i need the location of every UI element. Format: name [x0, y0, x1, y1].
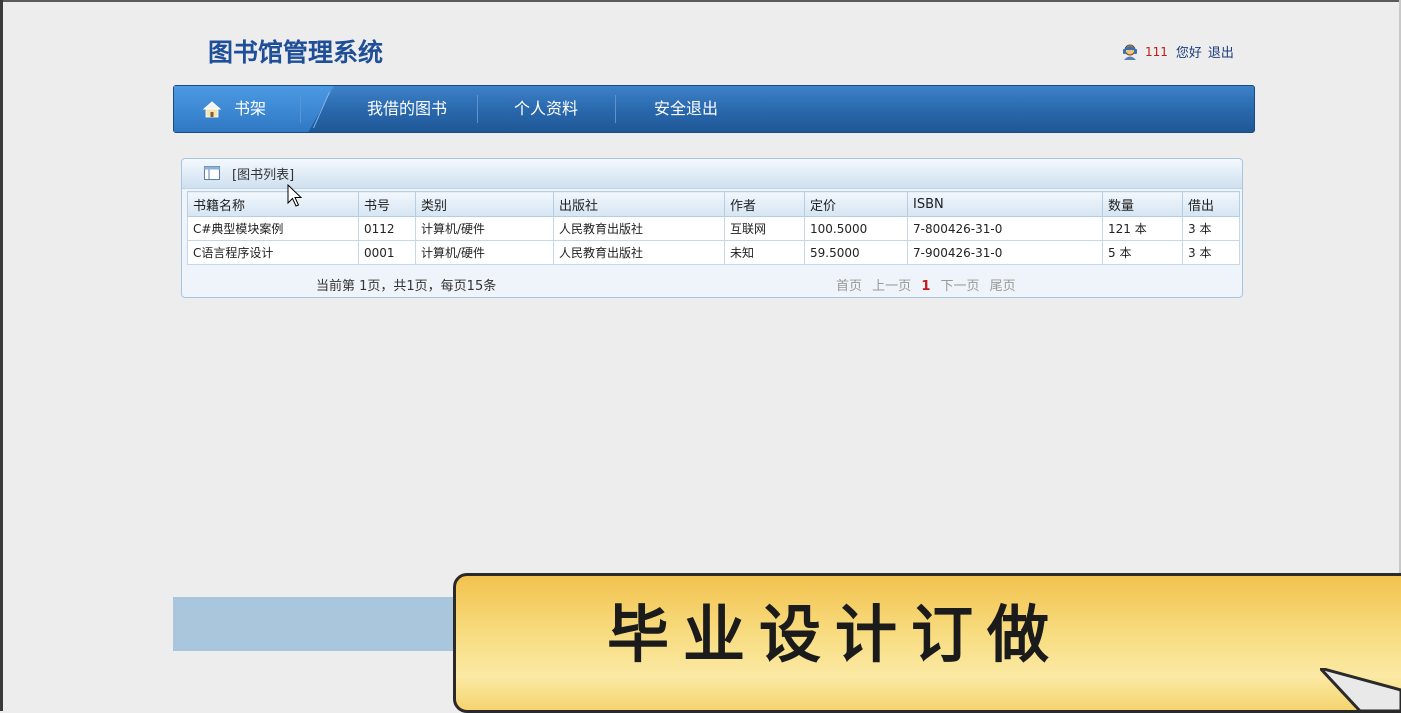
book-table: 书籍名称 书号 类别 出版社 作者 定价 ISBN 数量 借出 C#典型模块案例… [187, 191, 1240, 265]
cell-author: 未知 [724, 240, 805, 265]
banner-callout-tail [1320, 668, 1401, 711]
cell-category: 计算机/硬件 [415, 240, 554, 265]
nav-item-safe-logout[interactable]: 安全退出 [654, 86, 718, 132]
cell-borrowed: 3 本 [1182, 240, 1240, 265]
pager-first-link[interactable]: 首页 [836, 279, 862, 294]
nav-item-profile[interactable]: 个人资料 [514, 86, 578, 132]
list-icon [204, 166, 220, 180]
cell-quantity: 5 本 [1102, 240, 1183, 265]
cell-publisher: 人民教育出版社 [553, 216, 725, 241]
panel-header: [图书列表] [182, 159, 1242, 189]
decorative-strip [173, 597, 473, 651]
nav-item-bookshelf[interactable]: 书架 [234, 86, 266, 132]
nav-separator [615, 95, 616, 123]
pager-last-link[interactable]: 尾页 [990, 279, 1016, 294]
table-header-row: 书籍名称 书号 类别 出版社 作者 定价 ISBN 数量 借出 [187, 191, 1240, 217]
cell-author: 互联网 [724, 216, 805, 241]
main-nav: 书架 我借的图书 个人资料 安全退出 [173, 85, 1255, 133]
nav-item-my-borrowed[interactable]: 我借的图书 [367, 86, 447, 132]
cell-book-name[interactable]: C#典型模块案例 [187, 216, 359, 241]
column-header: 数量 [1102, 191, 1183, 217]
column-header: 书籍名称 [187, 191, 359, 217]
home-icon [202, 101, 222, 118]
window-frame-left [0, 0, 3, 711]
column-header: 作者 [724, 191, 805, 217]
window-frame-top [0, 0, 1401, 2]
cell-book-number: 0112 [358, 216, 416, 241]
nav-separator [477, 95, 478, 123]
column-header: 定价 [804, 191, 908, 217]
panel-title: [图书列表] [232, 168, 295, 183]
user-avatar-icon [1123, 44, 1137, 60]
cell-isbn: 7-900426-31-0 [907, 240, 1103, 265]
app-title: 图书馆管理系统 [208, 38, 384, 67]
user-name: 111 [1145, 44, 1168, 59]
pager-current-page[interactable]: 1 [921, 279, 930, 294]
cell-isbn: 7-800426-31-0 [907, 216, 1103, 241]
cell-book-number: 0001 [358, 240, 416, 265]
cell-borrowed: 3 本 [1182, 216, 1240, 241]
greeting-text: 您好 [1175, 46, 1202, 61]
column-header: 借出 [1182, 191, 1240, 217]
book-list-panel: [图书列表] 书籍名称 书号 类别 出版社 作者 定价 ISBN 数量 借出 C… [181, 158, 1243, 298]
header-logout-link[interactable]: 退出 [1208, 42, 1234, 61]
pager-next-link[interactable]: 下一页 [941, 279, 980, 294]
column-header: ISBN [907, 191, 1103, 217]
column-header: 类别 [415, 191, 554, 217]
user-bar: 111 您好 退出 [1121, 42, 1234, 61]
nav-separator [300, 95, 301, 123]
pager-info: 当前第 1页，共1页，每页15条 [316, 279, 497, 294]
cell-book-name[interactable]: C语言程序设计 [187, 240, 359, 265]
table-row[interactable]: C语言程序设计 0001 计算机/硬件 人民教育出版社 未知 59.5000 7… [187, 240, 1240, 265]
cell-quantity: 121 本 [1102, 216, 1183, 241]
promo-banner-text: 毕业设计订做 [607, 598, 1064, 671]
table-row[interactable]: C#典型模块案例 0112 计算机/硬件 人民教育出版社 互联网 100.500… [187, 216, 1240, 241]
column-header: 出版社 [553, 191, 725, 217]
cell-price: 59.5000 [804, 240, 908, 265]
pagination: 首页 上一页 1 下一页 尾页 [836, 275, 1022, 294]
cell-category: 计算机/硬件 [415, 216, 554, 241]
cell-price: 100.5000 [804, 216, 908, 241]
cell-publisher: 人民教育出版社 [553, 240, 725, 265]
mouse-cursor-icon [287, 184, 303, 207]
pager-prev-link[interactable]: 上一页 [872, 279, 911, 294]
column-header: 书号 [358, 191, 416, 217]
